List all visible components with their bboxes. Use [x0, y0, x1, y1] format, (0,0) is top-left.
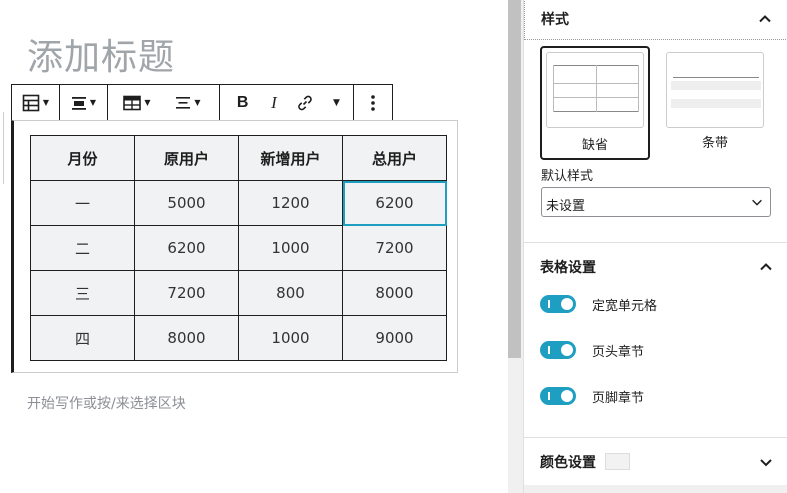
- table-cell[interactable]: 6200: [134, 225, 239, 271]
- chevron-up-icon: [759, 15, 771, 23]
- settings-sidebar: 样式 缺省 条带 默认样式 未设置 表格设置 定宽单元格 页头章节 页脚章节 颜…: [523, 0, 787, 493]
- bold-button[interactable]: B: [228, 85, 257, 120]
- more-options-button[interactable]: [354, 85, 392, 120]
- table-cell[interactable]: 8000: [342, 270, 447, 316]
- toolbar-group-block: ▼: [12, 85, 60, 120]
- dropdown-arrow-icon: ▼: [42, 98, 50, 107]
- text-align-center-icon: [176, 96, 191, 109]
- toggle-on-mark: [548, 346, 550, 354]
- table-cell[interactable]: 四: [30, 315, 135, 361]
- table-cell-selected[interactable]: 6200: [342, 180, 447, 226]
- table-cell[interactable]: 二: [30, 225, 135, 271]
- toggle-knob: [561, 344, 573, 356]
- link-icon: [298, 95, 312, 110]
- text-align-button[interactable]: ▼: [164, 85, 212, 120]
- toolbar-group-format: B I ▼: [220, 85, 354, 120]
- table-cell[interactable]: 8000: [134, 315, 239, 361]
- table-header-cell[interactable]: 新增用户: [238, 135, 343, 181]
- toggle-row-header-section: 页头章节: [540, 338, 780, 360]
- dropdown-arrow-icon: ▼: [89, 98, 97, 107]
- style-preview-default: [546, 52, 644, 128]
- table-cell[interactable]: 800: [238, 270, 343, 316]
- table-header-cell[interactable]: 总用户: [342, 135, 447, 181]
- table-block[interactable]: 月份 原用户 新增用户 总用户 一 5000 1200 6200 二 6200 …: [11, 120, 458, 373]
- color-settings-panel-title: 颜色设置: [540, 455, 596, 471]
- style-option-stripes[interactable]: 条带: [660, 46, 770, 160]
- align-button[interactable]: ▼: [60, 85, 107, 120]
- table-header-cell[interactable]: 原用户: [134, 135, 239, 181]
- default-style-value: 未设置: [546, 199, 586, 214]
- table-row: 三 7200 800 8000: [30, 270, 447, 316]
- table-row: 二 6200 1000 7200: [30, 225, 447, 271]
- default-style-label: 默认样式: [541, 169, 594, 184]
- fixed-width-toggle[interactable]: [540, 295, 576, 313]
- table-settings-panel-title: 表格设置: [540, 260, 596, 276]
- vertical-ellipsis-icon: [371, 94, 375, 111]
- table-edit-icon: [123, 95, 142, 110]
- more-rich-text-button[interactable]: ▼: [320, 85, 353, 120]
- table-row: 一 5000 1200 6200: [30, 180, 447, 226]
- style-option-label: 缺省: [581, 138, 608, 153]
- table-cell[interactable]: 7200: [342, 225, 447, 271]
- toggle-knob: [561, 298, 573, 310]
- table-cell[interactable]: 7200: [134, 270, 239, 316]
- table-cell[interactable]: 三: [30, 270, 135, 316]
- color-swatch-indicator: [605, 453, 630, 470]
- link-button[interactable]: [291, 85, 320, 120]
- style-preview-stripes: [666, 52, 764, 128]
- toggle-label: 页脚章节: [592, 391, 645, 406]
- table-icon: [22, 94, 40, 111]
- chevron-up-icon: [760, 263, 772, 271]
- styles-panel-title: 样式: [541, 12, 569, 29]
- toggle-on-mark: [548, 392, 550, 400]
- toggle-label: 定宽单元格: [592, 299, 658, 314]
- chevron-down-icon: [752, 199, 762, 206]
- align-center-icon: [71, 96, 86, 110]
- data-table: 月份 原用户 新增用户 总用户 一 5000 1200 6200 二 6200 …: [30, 135, 447, 361]
- style-option-default[interactable]: 缺省: [540, 46, 650, 160]
- toggle-row-footer-section: 页脚章节: [540, 384, 780, 406]
- table-header-cell[interactable]: 月份: [30, 135, 135, 181]
- toolbar-group-table: ▼ ▼: [108, 85, 220, 120]
- table-cell[interactable]: 1000: [238, 315, 343, 361]
- dropdown-arrow-icon: ▼: [144, 98, 151, 107]
- toggle-knob: [561, 390, 573, 402]
- block-toolbar: ▼ ▼ ▼ ▼ B I ▼: [11, 84, 393, 121]
- italic-button[interactable]: I: [257, 85, 290, 120]
- toolbar-group-align: ▼: [60, 85, 108, 120]
- edit-table-button[interactable]: ▼: [114, 85, 160, 120]
- editor-canvas: 添加标题 ▼ ▼ ▼ ▼ B I ▼ 月份 原用户 新增用户 总用户 一 500…: [0, 0, 508, 493]
- header-section-toggle[interactable]: [540, 341, 576, 359]
- chevron-down-icon: ▼: [332, 97, 340, 108]
- toggle-label: 页头章节: [592, 345, 645, 360]
- block-appender-placeholder[interactable]: 开始写作或按/来选择区块: [27, 393, 186, 413]
- table-cell[interactable]: 9000: [342, 315, 447, 361]
- toolbar-group-options: [354, 85, 392, 120]
- toggle-on-mark: [548, 300, 550, 308]
- dropdown-arrow-icon: ▼: [194, 98, 201, 107]
- table-cell[interactable]: 一: [30, 180, 135, 226]
- table-cell[interactable]: 1200: [238, 180, 343, 226]
- table-cell[interactable]: 1000: [238, 225, 343, 271]
- editor-scrollbar-thumb[interactable]: [508, 0, 521, 358]
- chevron-down-icon: [760, 459, 772, 467]
- table-row: 四 8000 1000 9000: [30, 315, 447, 361]
- table-settings-panel-header[interactable]: 表格设置: [524, 242, 787, 292]
- color-settings-panel-header[interactable]: 颜色设置: [524, 437, 787, 487]
- toggle-row-fixed-width: 定宽单元格: [540, 292, 780, 314]
- footer-section-toggle[interactable]: [540, 387, 576, 405]
- table-cell[interactable]: 5000: [134, 180, 239, 226]
- sidebar-bottom-edge: [524, 485, 787, 493]
- block-edge-marker: [0, 112, 4, 184]
- style-option-label: 条带: [701, 136, 728, 151]
- default-style-select[interactable]: 未设置: [541, 187, 771, 217]
- styles-panel-header[interactable]: 样式: [524, 0, 787, 40]
- table-block-switcher-button[interactable]: ▼: [12, 85, 59, 120]
- post-title-input[interactable]: 添加标题: [27, 28, 175, 80]
- table-header-row: 月份 原用户 新增用户 总用户: [30, 135, 447, 181]
